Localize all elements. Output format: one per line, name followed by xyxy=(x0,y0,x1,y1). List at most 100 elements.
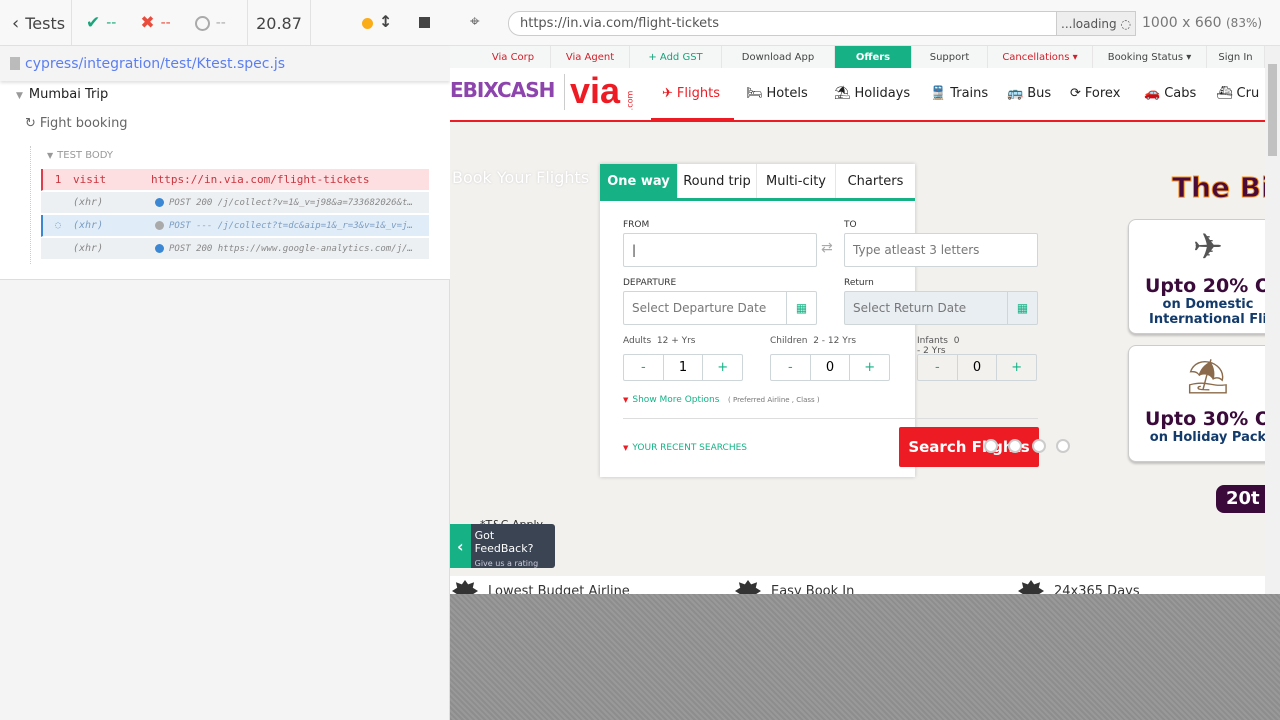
beach-chairs-image: ⛱ xyxy=(1186,357,1230,397)
nav-flights[interactable]: ✈ Flights xyxy=(662,86,720,101)
beach-icon: ⛱ xyxy=(834,86,851,101)
flight-search-card: One way Round trip Multi-city Charters F… xyxy=(600,164,1039,477)
from-label: FROM xyxy=(623,220,650,230)
book-title: Book Your Flights xyxy=(452,168,590,187)
tests-button[interactable]: ‹ Tests xyxy=(0,0,72,46)
caret-down-icon: ▼ xyxy=(623,396,629,404)
command-visit[interactable]: 1 visit https://in.via.com/flight-tickets xyxy=(41,169,429,191)
calendar-icon[interactable]: ▦ xyxy=(786,292,816,324)
carousel-dot[interactable] xyxy=(1056,439,1070,453)
via-agent-link[interactable]: Via Agent xyxy=(551,46,630,68)
tab-round-trip[interactable]: Round trip xyxy=(678,164,757,198)
download-app-link[interactable]: Download App xyxy=(722,46,835,68)
stop-icon[interactable] xyxy=(419,17,430,28)
nav-cabs[interactable]: 🚗 Cabs xyxy=(1144,86,1196,101)
suite-title[interactable]: ▼ Mumbai Trip xyxy=(16,87,108,102)
tree-line xyxy=(30,146,31,264)
cancellations-menu[interactable]: Cancellations ▾ xyxy=(988,46,1093,68)
carousel-dot[interactable] xyxy=(1008,439,1022,453)
status-dot-icon xyxy=(155,244,164,253)
app-iframe: Via Corp Via Agent + Add GST Download Ap… xyxy=(450,46,1280,594)
spinner-icon: ◌ xyxy=(1120,17,1131,31)
feature-24x365: 24x365 Days xyxy=(1018,580,1140,594)
nav-hotels[interactable]: 🛏 Hotels xyxy=(746,86,808,101)
nav-cruise[interactable]: ⛴ Cru xyxy=(1216,86,1259,101)
spinner-icon: ◌ xyxy=(54,220,62,231)
train-icon: 🚆 xyxy=(930,86,947,101)
command-xhr[interactable]: (xhr) POST 200 https://www.google-analyti… xyxy=(41,238,429,260)
check-icon: ✔ xyxy=(86,13,101,33)
swap-icon[interactable]: ⇄ xyxy=(821,240,833,256)
offers-link[interactable]: Offers xyxy=(835,46,912,68)
badge-icon xyxy=(452,580,478,594)
duration: 20.87 xyxy=(248,0,311,46)
x-icon: ✖ xyxy=(140,13,155,33)
viewport-size: 1000 x 660 (83%) xyxy=(1142,15,1263,31)
scrollbar[interactable] xyxy=(1265,46,1280,594)
command-xhr-pending[interactable]: ◌ (xhr) POST --- /j/collect?t=dc&aip=1&_r=… xyxy=(41,215,429,237)
via-logo[interactable]: via xyxy=(570,70,620,112)
runner-header: ‹ Tests ✔ -- ✖ -- -- 20.87 ↕ xyxy=(0,0,450,46)
calendar-icon[interactable]: ▦ xyxy=(1007,292,1037,324)
recent-searches[interactable]: ▼ YOUR RECENT SEARCHES xyxy=(623,443,747,453)
spec-path[interactable]: cypress/integration/test/Ktest.spec.js xyxy=(0,46,450,81)
show-more-options[interactable]: ▼ Show More Options ( Preferred Airline ,… xyxy=(623,395,820,405)
ship-icon: ⛴ xyxy=(1216,86,1233,101)
caret-down-icon: ▼ xyxy=(47,151,54,160)
forex-icon: ⟳ xyxy=(1070,86,1081,101)
from-input[interactable]: | xyxy=(623,233,817,267)
badge-icon xyxy=(735,580,761,594)
via-corp-link[interactable]: Via Corp xyxy=(476,46,551,68)
nav-trains[interactable]: 🚆 Trains xyxy=(930,86,988,101)
status-dot-icon xyxy=(155,221,164,230)
add-gst-link[interactable]: + Add GST xyxy=(630,46,722,68)
tab-multi-city[interactable]: Multi-city xyxy=(757,164,836,198)
support-link[interactable]: Support xyxy=(912,46,988,68)
departure-input[interactable]: Select Departure Date ▦ xyxy=(623,291,817,325)
resize-arrows-icon[interactable]: ↕ xyxy=(379,12,392,31)
via-logo-com: .com xyxy=(625,90,635,111)
running-dot-icon xyxy=(362,18,373,29)
ebixcash-logo[interactable]: EBIXCASH xyxy=(450,78,555,102)
children-stepper[interactable]: -0 + xyxy=(770,354,890,381)
pending-icon xyxy=(194,15,210,31)
to-label: TO xyxy=(844,220,857,230)
carousel-dot[interactable] xyxy=(984,439,998,453)
chevron-left-icon: ‹ xyxy=(12,12,20,34)
feature-easy-book: Easy Book In xyxy=(735,580,854,594)
crosshair-icon[interactable]: ⌖ xyxy=(470,12,480,32)
adults-stepper[interactable]: -1 + xyxy=(623,354,743,381)
departure-label: DEPARTURE xyxy=(623,278,677,288)
command-xhr[interactable]: (xhr) POST 200 /j/collect?v=1&_v=j98&a=73… xyxy=(41,192,429,214)
to-input[interactable]: Type atleast 3 letters xyxy=(844,233,1038,267)
scrollbar-thumb[interactable] xyxy=(1268,64,1277,156)
airplane-image: ✈ xyxy=(1192,227,1224,268)
infants-stepper[interactable]: -0 + xyxy=(917,354,1037,381)
nav-bus[interactable]: 🚌 Bus xyxy=(1007,86,1051,101)
refresh-icon: ↻ xyxy=(25,116,36,131)
tab-one-way[interactable]: One way xyxy=(600,164,678,198)
status-dot-icon xyxy=(155,198,164,207)
tab-charters[interactable]: Charters xyxy=(836,164,915,198)
url-bar[interactable]: https://in.via.com/flight-tickets xyxy=(508,11,1088,36)
feedback-widget[interactable]: ‹ Got FeedBack? Give us a rating xyxy=(450,524,555,568)
promo-holidays[interactable]: ⛱ Upto 30% O on Holiday Pack xyxy=(1128,345,1280,462)
plane-icon: ✈ xyxy=(662,86,673,101)
bed-icon: 🛏 xyxy=(746,86,763,101)
nav-holidays[interactable]: ⛱ Holidays xyxy=(834,86,910,101)
car-icon: 🚗 xyxy=(1144,86,1161,101)
bus-icon: 🚌 xyxy=(1007,86,1024,101)
sign-in-link[interactable]: Sign In xyxy=(1207,46,1265,68)
browser-header: ⌖ https://in.via.com/flight-tickets ...l… xyxy=(450,0,1280,46)
booking-status-menu[interactable]: Booking Status ▾ xyxy=(1093,46,1207,68)
test-title[interactable]: ↻ Fight booking xyxy=(25,116,128,131)
promo-title: The Bi xyxy=(1172,171,1272,205)
return-input[interactable]: Select Return Date ▦ xyxy=(844,291,1038,325)
nav-forex[interactable]: ⟳ Forex xyxy=(1070,86,1120,101)
badge-icon xyxy=(1018,580,1044,594)
return-label: Return xyxy=(844,278,874,288)
promo-flights[interactable]: ✈ Upto 20% O on Domestic International F… xyxy=(1128,219,1280,334)
carousel-dots[interactable] xyxy=(984,439,1070,453)
carousel-dot[interactable] xyxy=(1032,439,1046,453)
feature-lowest-budget: Lowest Budget Airline xyxy=(452,580,630,594)
